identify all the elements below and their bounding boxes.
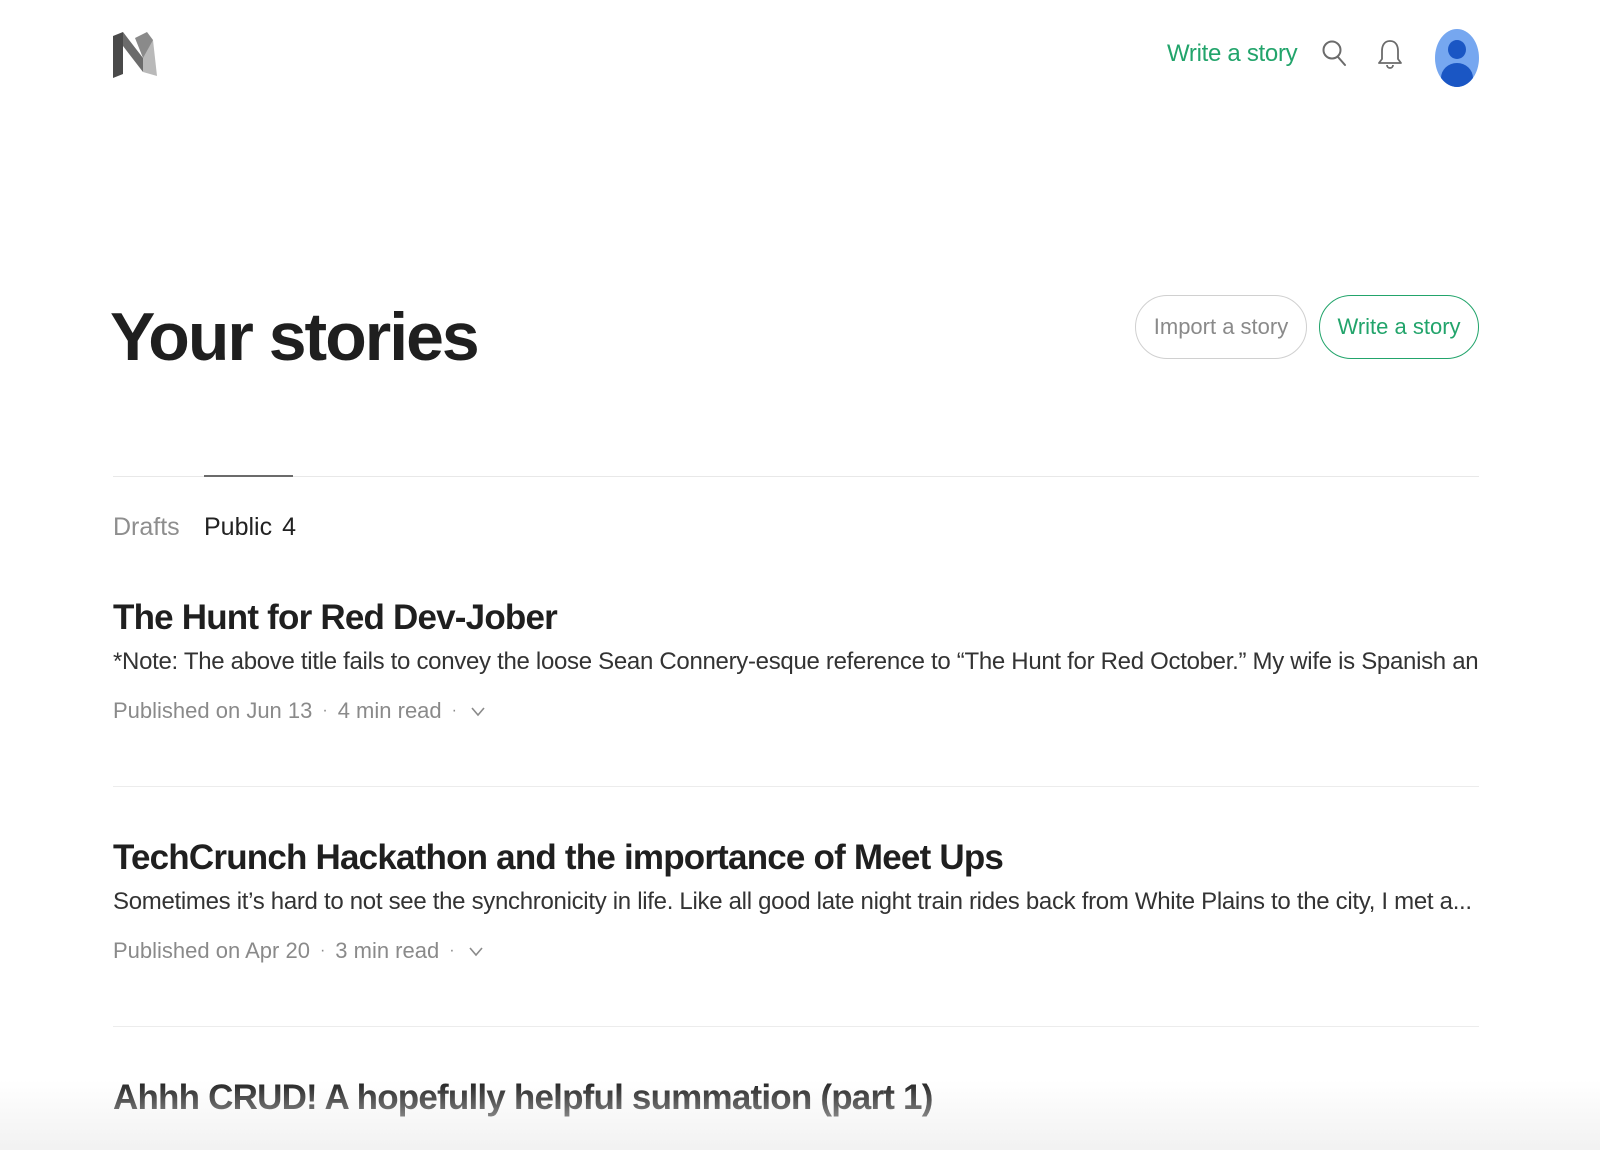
meta-separator: ·	[322, 702, 328, 719]
active-tab-indicator	[204, 475, 293, 477]
import-story-button[interactable]: Import a story	[1135, 295, 1307, 359]
tabs-divider	[113, 476, 1479, 477]
bell-icon[interactable]	[1375, 38, 1405, 70]
story-title[interactable]: The Hunt for Red Dev-Jober	[113, 598, 1479, 638]
story-published-date: Published on Apr 20	[113, 938, 310, 963]
chevron-down-icon[interactable]	[467, 700, 489, 722]
story-published-date: Published on Jun 13	[113, 698, 313, 723]
page-title: Your stories	[110, 299, 480, 375]
avatar-head	[1448, 40, 1466, 59]
tab-public-count: 4	[282, 513, 296, 541]
tab-public[interactable]: Public 4	[204, 513, 296, 542]
tab-public-label: Public	[204, 513, 273, 541]
meta-separator: ·	[449, 942, 455, 959]
story-item: TechCrunch Hackathon and the importance …	[113, 838, 1479, 964]
story-title[interactable]: TechCrunch Hackathon and the importance …	[113, 838, 1479, 878]
write-story-button[interactable]: Write a story	[1319, 295, 1479, 359]
tab-drafts[interactable]: Drafts	[113, 513, 180, 542]
story-read-time: 3 min read	[335, 938, 440, 963]
avatar-body	[1441, 63, 1473, 87]
story-meta: Published on Jun 13 · 4 min read ·	[113, 698, 1479, 724]
story-meta: Published on Apr 20 · 3 min read ·	[113, 938, 1479, 964]
tab-drafts-label: Drafts	[113, 513, 180, 541]
meta-separator: ·	[319, 942, 326, 959]
story-divider	[113, 1026, 1479, 1027]
stories-page: Write a story Your stories Import a stor…	[0, 0, 1600, 1150]
story-divider	[113, 786, 1479, 787]
meta-separator: ·	[451, 702, 457, 719]
user-avatar-icon[interactable]	[1435, 29, 1479, 87]
story-title[interactable]: Ahhh CRUD! A hopefully helpful summation…	[113, 1078, 1479, 1118]
story-excerpt[interactable]: *Note: The above title fails to convey t…	[113, 648, 1479, 676]
medium-logo-icon[interactable]	[113, 32, 157, 78]
story-item: The Hunt for Red Dev-Jober *Note: The ab…	[113, 598, 1479, 724]
story-excerpt[interactable]: Sometimes it’s hard to not see the synch…	[113, 888, 1479, 916]
search-icon[interactable]	[1320, 38, 1350, 70]
chevron-down-icon[interactable]	[465, 940, 487, 962]
write-story-link[interactable]: Write a story	[1167, 40, 1298, 68]
story-item: Ahhh CRUD! A hopefully helpful summation…	[113, 1078, 1479, 1118]
top-navbar: Write a story	[0, 0, 1600, 115]
story-read-time: 4 min read	[337, 698, 442, 723]
